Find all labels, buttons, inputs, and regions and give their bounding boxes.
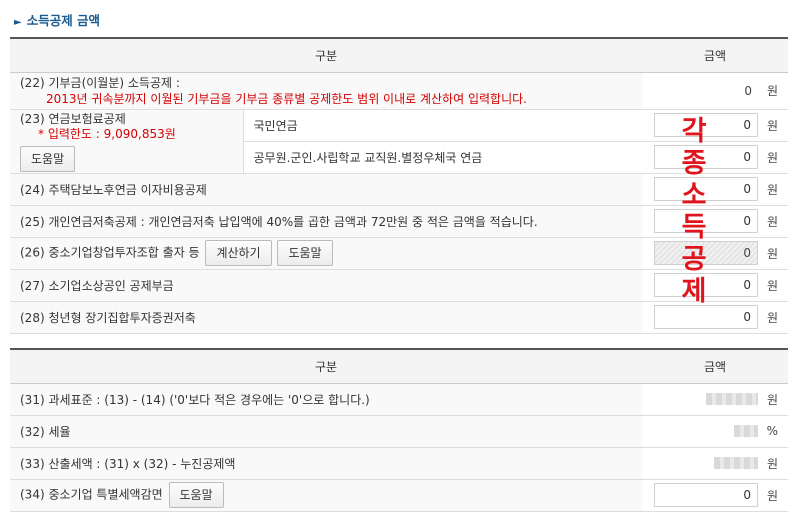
row34-unit: 원 [766, 488, 778, 503]
row33-label: (33) 산출세액 : (31) x (32) - 누진공제액 [10, 447, 642, 480]
row32-unit: % [766, 424, 778, 439]
redacted-value [714, 457, 758, 469]
row22-note: 2013년 귀속분까지 이월된 기부금을 기부금 종류별 공제한도 범위 이내로… [46, 91, 527, 106]
row32-label: (32) 세율 [10, 415, 642, 448]
row34-label: (34) 중소기업 특별세액감면 [20, 487, 163, 502]
row34-help-button[interactable]: 도움말 [168, 482, 224, 508]
row25-unit: 원 [766, 214, 778, 229]
row26-help-button[interactable]: 도움말 [277, 240, 333, 266]
row26-label: (26) 중소기업창업투자조합 출자 등 [20, 245, 200, 260]
table-row: (31) 과세표준 : (13) - (14) ('0'보다 적은 경우에는 '… [10, 383, 788, 416]
tax-calculation-table: 구분 금액 (31) 과세표준 : (13) - (14) ('0'보다 적은 … [10, 348, 788, 512]
section-title-text: 소득공제 금액 [26, 13, 101, 28]
annotation-char: 소 [681, 180, 707, 211]
table-row: (33) 산출세액 : (31) x (32) - 누진공제액 원 [10, 447, 788, 480]
row23-sub2-label: 공무원.군인.사립학교 교직원.별정우체국 연금 [242, 141, 642, 174]
section-title: ► 소득공제 금액 [14, 10, 100, 29]
row28-input[interactable]: 0 [654, 305, 758, 329]
annotation-char: 종 [681, 148, 707, 179]
row23-sub1-label: 국민연금 [242, 109, 642, 142]
header-amount: 금액 [642, 348, 788, 384]
row27-label: (27) 소기업소상공인 공제부금 [10, 269, 642, 302]
row31-label: (31) 과세표준 : (13) - (14) ('0'보다 적은 경우에는 '… [10, 383, 642, 416]
row23-sub1-unit: 원 [766, 118, 778, 133]
table-row: (34) 중소기업 특별세액감면 도움말 0원 [10, 479, 788, 512]
row25-label: (25) 개인연금저축공제 : 개인연금저축 납입액에 40%를 곱한 금액과 … [10, 205, 642, 238]
annotation-char: 공 [681, 244, 707, 275]
row22-value: 0 [744, 83, 752, 98]
table-row: (32) 세율 % [10, 415, 788, 448]
header-amount: 금액 [642, 37, 788, 73]
header-category: 구분 [10, 37, 642, 73]
row23-note: * 입력한도 : 9,090,853원 [38, 127, 176, 141]
redacted-value [734, 425, 758, 438]
row26-unit: 원 [766, 246, 778, 261]
chevron-right-icon: ► [14, 17, 22, 28]
annotation-char: 득 [681, 212, 707, 243]
row22-label: (22) 기부금(이월분) 소득공제 : [20, 75, 180, 90]
row28-unit: 원 [766, 310, 778, 325]
row28-label: (28) 청년형 장기집합투자증권저축 [10, 301, 642, 334]
header-category: 구분 [10, 348, 642, 384]
calculate-button[interactable]: 계산하기 [205, 240, 272, 266]
row24-label: (24) 주택담보노후연금 이자비용공제 [10, 173, 642, 206]
annotation-overlay: 각 종 소 득 공 제 [664, 116, 724, 308]
row24-unit: 원 [766, 182, 778, 197]
table-row: (22) 기부금(이월분) 소득공제 : 2013년 귀속분까지 이월된 기부금… [10, 72, 788, 110]
row33-unit: 원 [766, 456, 778, 471]
row22-unit: 원 [766, 84, 778, 98]
row31-unit: 원 [766, 392, 778, 407]
redacted-value [706, 393, 758, 405]
annotation-char: 각 [681, 116, 707, 147]
row23-sub2-unit: 원 [766, 150, 778, 165]
annotation-char: 제 [681, 276, 707, 307]
row27-unit: 원 [766, 278, 778, 293]
row23-label: (23) 연금보험료공제 [20, 112, 126, 126]
row34-input[interactable]: 0 [654, 483, 758, 507]
row23-help-button[interactable]: 도움말 [20, 146, 76, 172]
